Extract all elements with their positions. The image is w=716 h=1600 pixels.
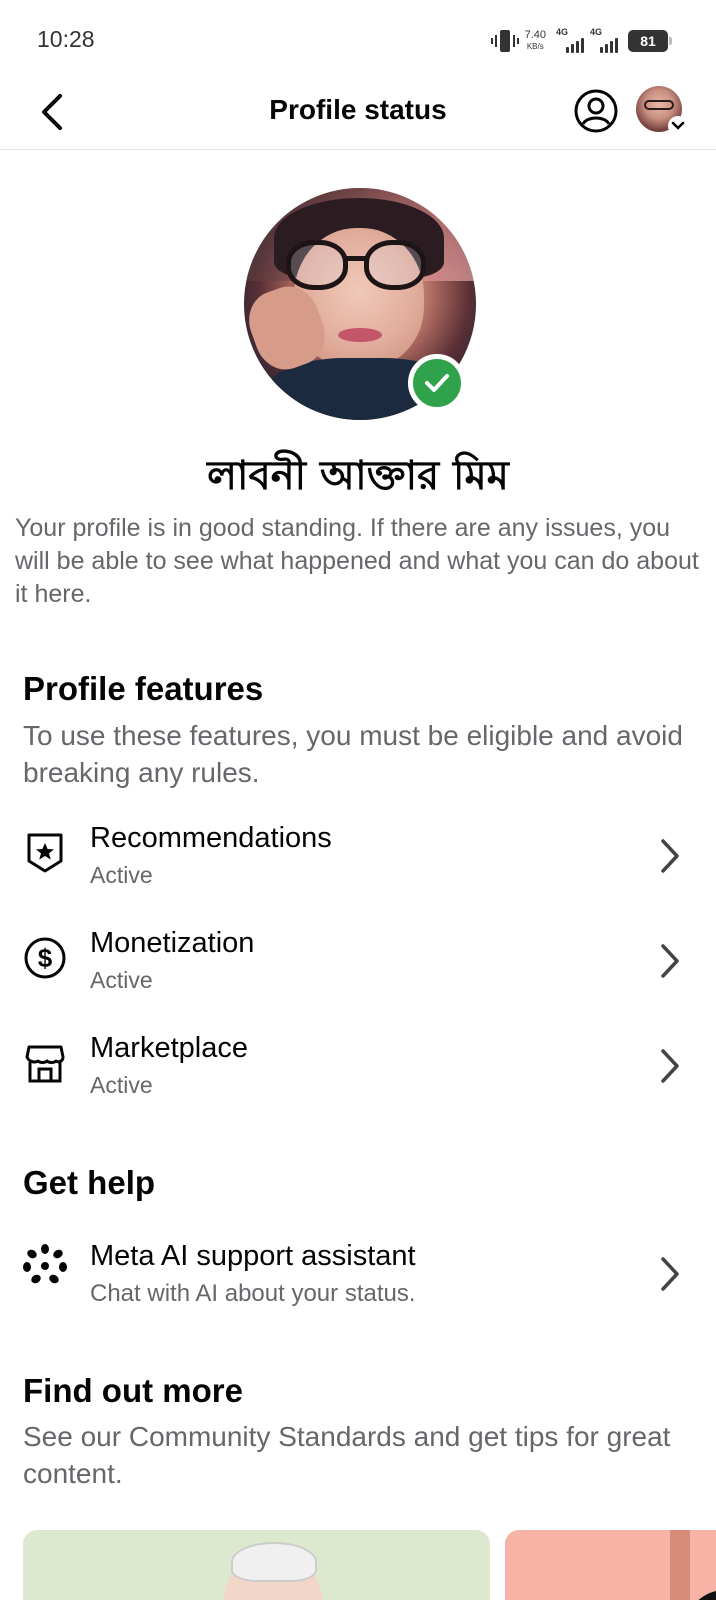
dollar-circle-icon: $ (22, 935, 68, 981)
feature-label: Marketplace (90, 1032, 248, 1064)
storefront-icon (22, 1040, 68, 1086)
profile-switcher-button[interactable] (636, 86, 688, 136)
feature-row-recommendations[interactable]: Recommendations Active (0, 822, 716, 912)
community-standards-card[interactable] (23, 1530, 490, 1600)
meta-ai-dots-icon (22, 1242, 68, 1288)
status-time: 10:28 (37, 26, 95, 52)
checkmark-badge-icon (408, 354, 466, 412)
status-bar: 10:28 7.40 KB/s 4G 4G 81 (0, 0, 716, 80)
find-out-more-heading: Find out more (23, 1372, 243, 1409)
person-circle-icon (574, 89, 618, 133)
signal-sim1-icon: 4G (556, 27, 584, 53)
profile-name: লাবনী আক্তার মিম (207, 453, 509, 499)
get-help-heading: Get help (23, 1164, 156, 1201)
feature-row-marketplace[interactable]: Marketplace Active (0, 1032, 716, 1122)
profile-features-description: To use these features, you must be eligi… (23, 720, 683, 788)
sim2-network-label: 4G (590, 27, 603, 37)
profile-picture (244, 188, 476, 420)
chevron-right-icon (655, 939, 685, 983)
feature-status: Active (90, 1072, 153, 1098)
feature-row-monetization[interactable]: $ Monetization Active (0, 927, 716, 1017)
chevron-left-icon (42, 94, 62, 130)
network-speed: 7.40 KB/s (525, 30, 546, 52)
top-app-bar: Profile status (0, 80, 716, 150)
feature-status: Active (90, 862, 153, 888)
sim1-network-label: 4G (556, 27, 569, 37)
content-tips-card[interactable] (505, 1530, 716, 1600)
svg-text:$: $ (38, 943, 53, 973)
help-subtitle: Chat with AI about your status. (90, 1280, 416, 1307)
chevron-right-icon (655, 834, 685, 878)
find-out-more-description: See our Community Standards and get tips… (23, 1421, 671, 1489)
chevron-right-icon (655, 1252, 685, 1296)
network-speed-value: 7.40 (524, 29, 546, 41)
feature-label: Monetization (90, 927, 255, 959)
chevron-down-icon (668, 116, 688, 136)
feature-status: Active (90, 967, 153, 993)
help-label: Meta AI support assistant (90, 1240, 416, 1272)
shield-star-icon (22, 830, 68, 876)
signal-sim2-icon: 4G (590, 27, 618, 53)
help-row-meta-ai[interactable]: Meta AI support assistant Chat with AI a… (0, 1240, 716, 1330)
chevron-right-icon (655, 1044, 685, 1088)
battery-icon: 81 (628, 30, 672, 52)
profile-features-heading: Profile features (23, 670, 264, 707)
standing-description: Your profile is in good standing. If the… (15, 514, 699, 608)
back-button[interactable] (30, 90, 74, 134)
account-button[interactable] (571, 86, 621, 136)
feature-label: Recommendations (90, 822, 332, 854)
status-indicators: 7.40 KB/s 4G 4G 81 (490, 26, 672, 56)
network-speed-unit: KB/s (526, 42, 544, 51)
vibrate-icon (490, 30, 519, 52)
